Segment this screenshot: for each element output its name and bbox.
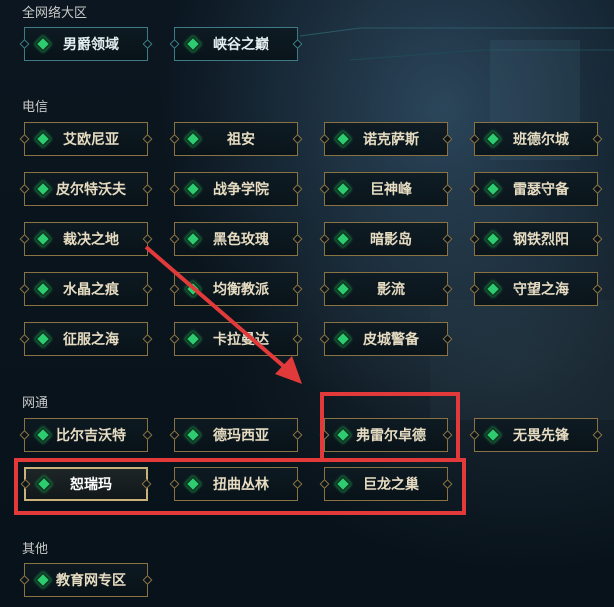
server-gem-icon <box>484 130 502 148</box>
server-button[interactable]: 艾欧尼亚 <box>24 122 148 156</box>
server-label: 卡拉曼达 <box>213 332 269 348</box>
server-button[interactable]: 水晶之痕 <box>24 272 148 306</box>
server-button[interactable]: 钢铁烈阳 <box>474 222 598 256</box>
server-button[interactable]: 均衡教派 <box>174 272 298 306</box>
server-gem-icon <box>35 475 53 493</box>
server-label: 影流 <box>377 282 405 298</box>
server-label: 祖安 <box>227 132 255 148</box>
server-gem-icon <box>34 330 52 348</box>
server-button[interactable]: 巨神峰 <box>324 172 448 206</box>
server-label: 弗雷尔卓德 <box>356 428 426 444</box>
server-label: 裁决之地 <box>63 232 119 248</box>
server-button-xiagu[interactable]: 峡谷之巅 <box>174 27 298 61</box>
server-button[interactable]: 弗雷尔卓德 <box>324 418 448 452</box>
server-button[interactable]: 教育网专区 <box>24 563 148 597</box>
server-button[interactable]: 战争学院 <box>174 172 298 206</box>
server-button[interactable]: 诺克萨斯 <box>324 122 448 156</box>
server-button[interactable]: 皮城警备 <box>324 322 448 356</box>
server-label: 皮尔特沃夫 <box>56 182 126 198</box>
server-button[interactable]: 扭曲丛林 <box>174 467 298 501</box>
server-gem-icon <box>34 280 52 298</box>
server-gem-icon <box>334 280 352 298</box>
server-button[interactable]: 裁决之地 <box>24 222 148 256</box>
section-label-netcom: 网通 <box>22 396 49 411</box>
server-label: 雷瑟守备 <box>513 182 569 198</box>
server-gem-icon <box>184 180 202 198</box>
server-button[interactable]: 影流 <box>324 272 448 306</box>
server-gem-icon <box>34 130 52 148</box>
server-label: 暗影岛 <box>370 232 412 248</box>
server-label: 守望之海 <box>513 282 569 298</box>
server-label: 战争学院 <box>213 182 269 198</box>
section-label-other: 其他 <box>22 542 49 557</box>
server-button[interactable]: 守望之海 <box>474 272 598 306</box>
server-gem-icon <box>184 330 202 348</box>
section-label-all: 全网络大区 <box>22 6 88 21</box>
server-button-selected[interactable]: 恕瑞玛 <box>24 467 148 501</box>
server-label: 比尔吉沃特 <box>56 428 126 444</box>
server-button[interactable]: 征服之海 <box>24 322 148 356</box>
server-label: 男爵领域 <box>63 37 119 53</box>
server-gem-icon <box>184 230 202 248</box>
server-label: 皮城警备 <box>363 332 419 348</box>
server-gem-icon <box>484 180 502 198</box>
server-gem-icon <box>184 475 202 493</box>
server-button[interactable]: 班德尔城 <box>474 122 598 156</box>
server-label: 恕瑞玛 <box>70 477 112 493</box>
server-button[interactable]: 德玛西亚 <box>174 418 298 452</box>
server-label: 巨龙之巢 <box>363 477 419 493</box>
server-label: 诺克萨斯 <box>363 132 419 148</box>
server-button[interactable]: 无畏先锋 <box>474 418 598 452</box>
server-button[interactable]: 比尔吉沃特 <box>24 418 148 452</box>
server-gem-icon <box>34 35 52 53</box>
server-button[interactable]: 祖安 <box>174 122 298 156</box>
server-gem-icon <box>184 280 202 298</box>
server-label: 均衡教派 <box>213 282 269 298</box>
server-button[interactable]: 卡拉曼达 <box>174 322 298 356</box>
server-label: 水晶之痕 <box>63 282 119 298</box>
server-label: 德玛西亚 <box>213 428 269 444</box>
server-button[interactable]: 暗影岛 <box>324 222 448 256</box>
server-label: 扭曲丛林 <box>213 477 269 493</box>
server-gem-icon <box>484 280 502 298</box>
server-label: 艾欧尼亚 <box>63 132 119 148</box>
server-label: 教育网专区 <box>56 573 126 589</box>
server-button[interactable]: 雷瑟守备 <box>474 172 598 206</box>
server-gem-icon <box>334 475 352 493</box>
server-button[interactable]: 巨龙之巢 <box>324 467 448 501</box>
server-label: 巨神峰 <box>370 182 412 198</box>
server-gem-icon <box>334 230 352 248</box>
server-gem-icon <box>184 426 202 444</box>
server-gem-icon <box>334 180 352 198</box>
section-label-telecom: 电信 <box>22 100 49 115</box>
server-gem-icon <box>184 130 202 148</box>
server-label: 钢铁烈阳 <box>513 232 569 248</box>
server-gem-icon <box>484 230 502 248</box>
server-gem-icon <box>184 35 202 53</box>
server-label: 黑色玫瑰 <box>213 232 269 248</box>
server-button[interactable]: 皮尔特沃夫 <box>24 172 148 206</box>
server-gem-icon <box>334 330 352 348</box>
server-gem-icon <box>484 426 502 444</box>
server-label: 无畏先锋 <box>513 428 569 444</box>
server-gem-icon <box>34 230 52 248</box>
server-label: 征服之海 <box>63 332 119 348</box>
server-button[interactable]: 黑色玫瑰 <box>174 222 298 256</box>
server-gem-icon <box>334 130 352 148</box>
server-label: 峡谷之巅 <box>213 37 269 53</box>
server-label: 班德尔城 <box>513 132 569 148</box>
server-button-nanjue[interactable]: 男爵领域 <box>24 27 148 61</box>
